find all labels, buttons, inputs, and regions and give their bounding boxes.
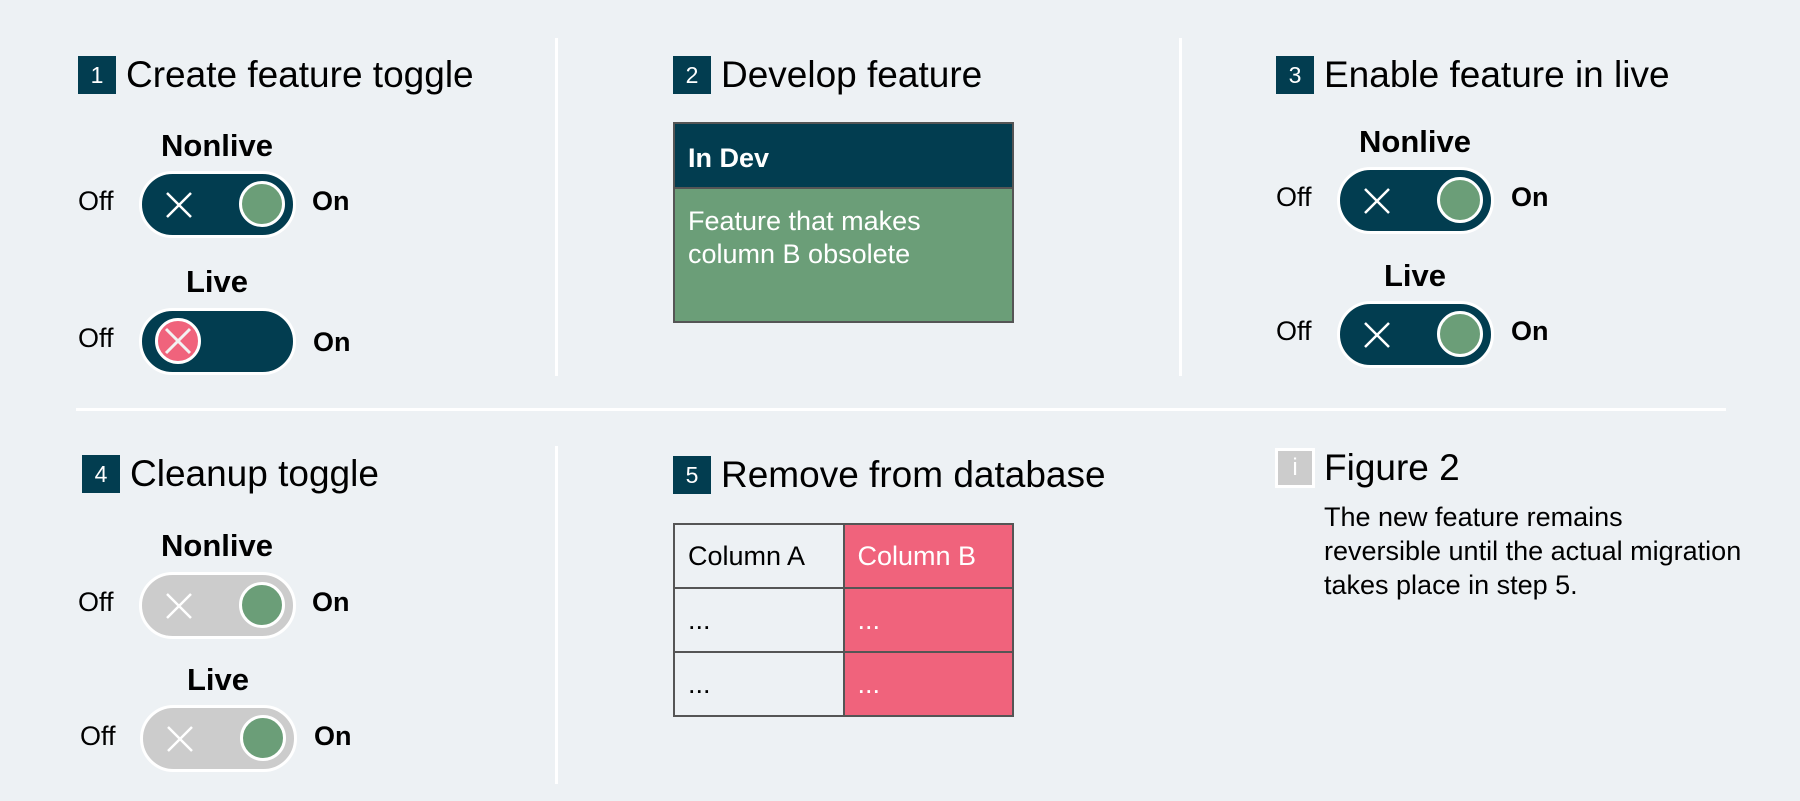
environment-label-nonlive: Nonlive	[161, 128, 273, 163]
live-toggle-switch[interactable]	[139, 308, 296, 375]
live-toggle-switch[interactable]	[1337, 301, 1494, 368]
on-label: On	[312, 587, 350, 617]
close-x-icon	[166, 192, 192, 218]
step-title: Cleanup toggle	[130, 453, 379, 494]
table-cell: ...	[673, 587, 845, 653]
table-header-row: Column A Column B	[673, 523, 1014, 589]
nonlive-toggle-switch[interactable]	[139, 171, 296, 238]
off-label: Off	[78, 186, 114, 216]
environment-label-nonlive: Nonlive	[161, 528, 273, 563]
figure-title: Figure 2	[1324, 447, 1460, 488]
on-label: On	[314, 721, 352, 751]
toggle-knob-on	[239, 582, 285, 628]
live-toggle-switch[interactable]	[140, 705, 297, 772]
on-label: On	[313, 327, 351, 357]
column-a-header: Column A	[673, 523, 845, 589]
table-cell: ...	[673, 651, 845, 717]
figure-caption: The new feature remains reversible until…	[1324, 502, 1742, 600]
environment-label-live: Live	[1383, 258, 1447, 293]
step-title: Remove from database	[721, 454, 1106, 495]
card-header: In Dev	[675, 124, 1012, 189]
table-cell: ...	[842, 587, 1014, 653]
toggle-knob-on	[1437, 311, 1483, 357]
off-label: Off	[1276, 182, 1312, 212]
close-x-icon	[1364, 188, 1390, 214]
toggle-knob-off	[155, 318, 201, 364]
off-label: Off	[78, 587, 114, 617]
table-row: ... ...	[673, 651, 1014, 717]
close-x-icon	[164, 327, 192, 355]
off-label: Off	[80, 721, 116, 751]
close-x-icon	[166, 593, 192, 619]
environment-label-live: Live	[186, 662, 250, 697]
toggle-knob-on	[1437, 177, 1483, 223]
column-divider-1	[555, 38, 558, 376]
nonlive-toggle-switch[interactable]	[1337, 167, 1494, 234]
step-number-badge: 1	[78, 56, 116, 94]
column-divider-3	[555, 446, 558, 784]
column-b-header: Column B	[842, 523, 1014, 589]
step-number-badge: 3	[1276, 56, 1314, 94]
step-number-badge: 2	[673, 56, 711, 94]
close-x-icon	[1364, 322, 1390, 348]
toggle-knob-on	[240, 715, 286, 761]
step-title: Enable feature in live	[1324, 54, 1670, 95]
close-x-icon	[167, 726, 193, 752]
step-number-badge: 4	[82, 455, 120, 493]
on-label: On	[312, 186, 350, 216]
step-title: Develop feature	[721, 54, 983, 95]
off-label: Off	[1276, 316, 1312, 346]
database-table: Column A Column B ... ... ... ...	[673, 523, 1014, 717]
table-row: ... ...	[673, 587, 1014, 653]
dev-status-card: In Dev Feature that makes column B obsol…	[673, 122, 1014, 323]
card-body: Feature that makes column B obsolete	[675, 189, 1012, 321]
nonlive-toggle-switch[interactable]	[139, 572, 296, 639]
step-title: Create feature toggle	[126, 54, 474, 95]
column-divider-2	[1179, 38, 1182, 376]
on-label: On	[1511, 182, 1549, 212]
info-icon: i	[1275, 448, 1315, 488]
row-divider	[76, 408, 1726, 411]
table-cell: ...	[842, 651, 1014, 717]
step-number-badge: 5	[673, 456, 711, 494]
environment-label-live: Live	[185, 264, 249, 299]
off-label: Off	[78, 323, 114, 353]
toggle-knob-on	[239, 181, 285, 227]
environment-label-nonlive: Nonlive	[1359, 124, 1471, 159]
on-label: On	[1511, 316, 1549, 346]
